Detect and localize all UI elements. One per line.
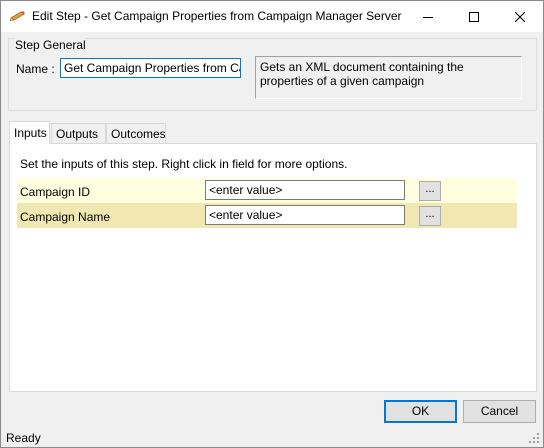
ok-button[interactable]: OK	[384, 400, 457, 423]
input-label: Campaign Name	[20, 210, 111, 224]
campaign-name-input[interactable]: <enter value>	[205, 205, 405, 225]
close-button[interactable]	[497, 1, 543, 32]
edit-step-window: Edit Step - Get Campaign Properties from…	[0, 0, 544, 448]
inputs-hint: Set the inputs of this step. Right click…	[20, 157, 348, 171]
maximize-button[interactable]	[451, 1, 497, 32]
name-label: Name :	[16, 62, 55, 76]
campaign-id-browse-button[interactable]: ...	[419, 181, 441, 201]
window-title: Edit Step - Get Campaign Properties from…	[32, 9, 402, 23]
status-text: Ready	[6, 431, 41, 445]
cancel-button[interactable]: Cancel	[463, 400, 536, 423]
tab-outputs[interactable]: Outputs	[51, 123, 106, 144]
tab-inputs[interactable]: Inputs	[9, 121, 50, 144]
campaign-id-input[interactable]: <enter value>	[205, 180, 405, 200]
input-label: Campaign ID	[20, 185, 91, 199]
step-general-legend: Step General	[15, 38, 86, 52]
title-bar[interactable]: Edit Step - Get Campaign Properties from…	[1, 1, 543, 32]
campaign-name-browse-button[interactable]: ...	[419, 206, 441, 226]
minimize-button[interactable]	[405, 1, 451, 32]
maximize-icon	[469, 11, 479, 22]
input-row-campaign-name: Campaign Name <enter value> ...	[17, 203, 517, 228]
pencil-icon	[9, 10, 26, 22]
name-field[interactable]: Get Campaign Properties from Campa	[60, 58, 241, 78]
close-icon	[515, 11, 525, 22]
minimize-icon	[423, 16, 433, 18]
input-row-campaign-id: Campaign ID <enter value> ...	[17, 178, 517, 203]
status-bar: Ready	[1, 427, 543, 447]
inputs-panel: Set the inputs of this step. Right click…	[9, 143, 537, 392]
tab-outcomes[interactable]: Outcomes	[106, 123, 166, 144]
resize-grip-icon[interactable]	[528, 432, 540, 444]
description-box: Gets an XML document containing the prop…	[255, 56, 522, 99]
